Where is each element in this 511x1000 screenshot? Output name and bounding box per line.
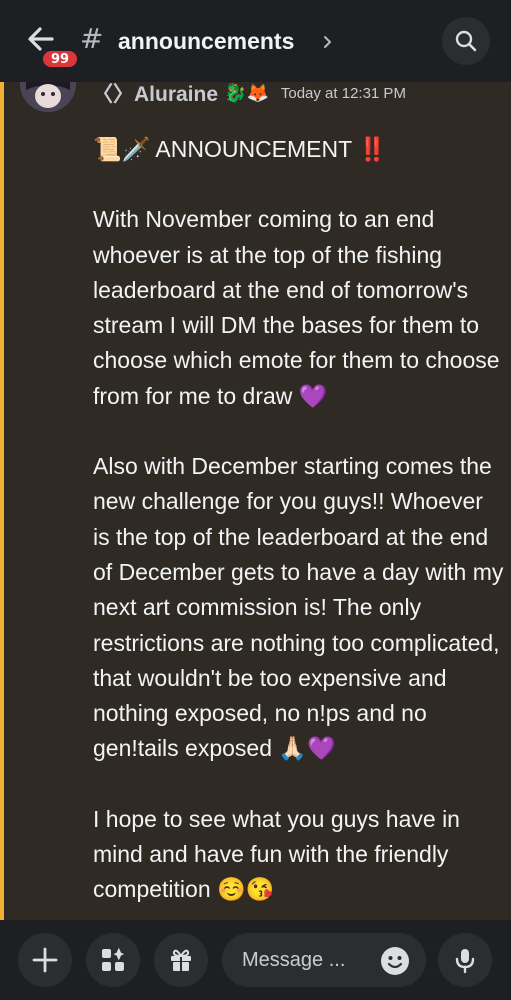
message-header: 〈〉Aluraine 🐉🦊 Today at 12:31 PM — [92, 82, 406, 108]
message-list[interactable]: 〈〉Aluraine 🐉🦊 Today at 12:31 PM 📜🗡️ ANNO… — [0, 82, 511, 920]
gift-icon — [171, 949, 191, 971]
unread-badge: 99 — [40, 48, 80, 70]
gift-button[interactable] — [154, 933, 208, 987]
announcement-heading: 📜🗡️ ANNOUNCEMENT ‼️ — [93, 136, 387, 162]
channel-header: 99 # announcements — [0, 0, 511, 82]
back-button[interactable]: 99 — [22, 22, 80, 70]
avatar[interactable] — [20, 82, 76, 112]
search-icon — [455, 30, 477, 52]
author-name[interactable]: 〈〉Aluraine — [92, 82, 218, 108]
plus-icon — [32, 947, 58, 973]
author-emoji-icons: 🐉🦊 — [224, 82, 269, 104]
message-input-placeholder: Message ... — [242, 948, 346, 971]
avatar-image — [20, 82, 76, 112]
chevron-right-icon[interactable] — [322, 34, 334, 50]
message-content[interactable]: 📜🗡️ ANNOUNCEMENT ‼️ With November coming… — [93, 132, 505, 908]
channel-hash-icon: # — [80, 22, 104, 55]
message-paragraph: Also with December starting comes the ne… — [93, 453, 510, 762]
message-paragraph: With November coming to an end whoever i… — [93, 206, 506, 409]
microphone-icon — [455, 949, 475, 974]
message-timestamp: Today at 12:31 PM — [280, 84, 406, 102]
apps-icon — [102, 947, 125, 971]
search-button[interactable] — [442, 17, 490, 65]
apps-button[interactable] — [86, 933, 140, 987]
message-paragraph: I hope to see what you guys have in mind… — [93, 805, 467, 903]
message-composer: Message ... — [0, 920, 511, 1000]
mention-highlight-bar — [0, 82, 4, 920]
add-button[interactable] — [18, 933, 72, 987]
channel-title[interactable]: announcements — [118, 28, 294, 55]
microphone-button[interactable] — [438, 933, 492, 987]
emoji-icon[interactable] — [380, 946, 410, 976]
